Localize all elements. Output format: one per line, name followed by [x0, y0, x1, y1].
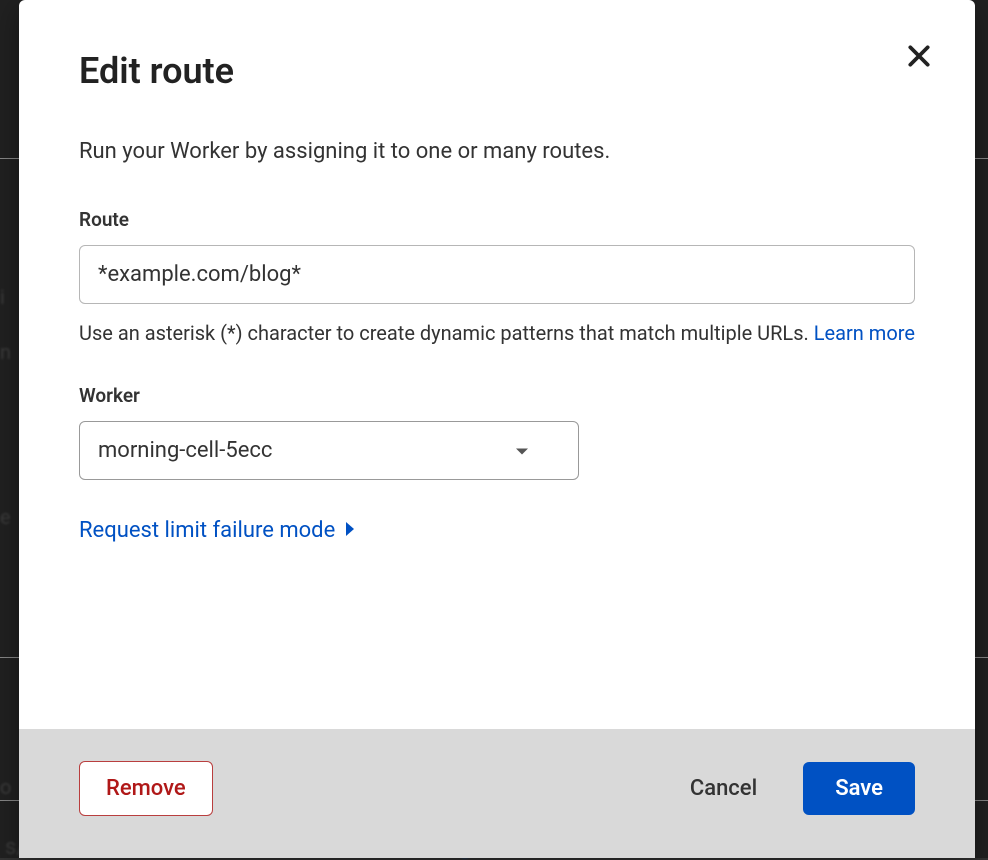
close-button[interactable]	[901, 38, 937, 74]
modal-footer: Remove Cancel Save	[19, 729, 975, 858]
bg-text: n	[0, 340, 11, 364]
cancel-button[interactable]: Cancel	[682, 762, 765, 815]
route-help-text: Use an asterisk (*) character to create …	[79, 318, 915, 349]
worker-select-wrap: morning-cell-5ecc	[79, 421, 579, 480]
route-label: Route	[79, 208, 915, 231]
footer-right: Cancel Save	[682, 762, 915, 815]
request-limit-toggle[interactable]: Request limit failure mode	[79, 518, 355, 543]
save-button[interactable]: Save	[803, 762, 915, 815]
worker-select[interactable]: morning-cell-5ecc	[79, 421, 579, 480]
worker-label: Worker	[79, 384, 915, 407]
close-icon	[906, 43, 932, 69]
remove-button[interactable]: Remove	[79, 761, 213, 816]
route-input[interactable]	[79, 245, 915, 304]
request-limit-label: Request limit failure mode	[79, 518, 335, 543]
bg-text: o	[0, 775, 11, 799]
modal-body: Edit route Run your Worker by assigning …	[19, 0, 975, 729]
caret-right-icon	[345, 518, 355, 543]
edit-route-modal: Edit route Run your Worker by assigning …	[19, 0, 975, 858]
modal-description: Run your Worker by assigning it to one o…	[79, 137, 915, 168]
learn-more-link[interactable]: Learn more	[814, 321, 915, 345]
bg-text: e	[0, 505, 11, 529]
bg-text: i	[0, 285, 5, 309]
modal-title: Edit route	[79, 50, 915, 92]
route-help-text-content: Use an asterisk (*) character to create …	[79, 321, 814, 345]
